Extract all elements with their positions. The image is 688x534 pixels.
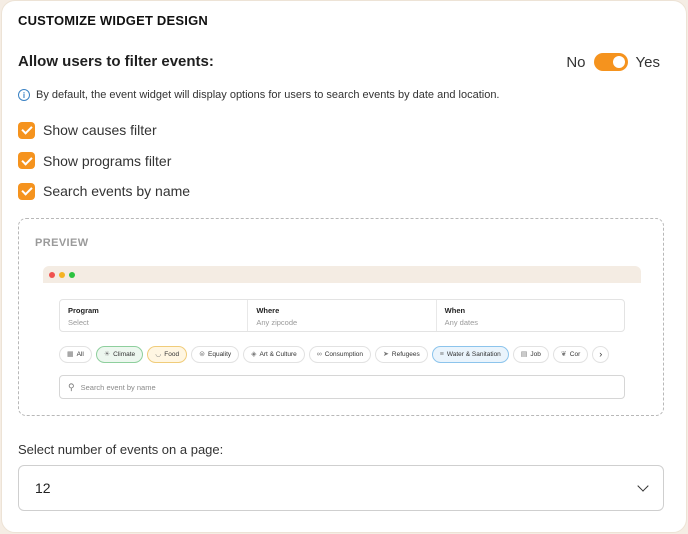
grid-icon: ▦ bbox=[67, 351, 74, 358]
window-title-bar bbox=[43, 266, 641, 283]
field-label: Where bbox=[256, 306, 280, 315]
checkbox-row-programs[interactable]: Show programs filter bbox=[18, 152, 190, 170]
sun-icon: ☀ bbox=[103, 351, 111, 358]
minimize-dot-icon bbox=[59, 271, 65, 278]
water-icon: ≡ bbox=[439, 350, 444, 358]
chip-consumption[interactable]: ∞ Consumption bbox=[308, 345, 372, 363]
plane-icon: ➤ bbox=[383, 351, 389, 358]
widget-design-card: CUSTOMIZE WIDGET DESIGN Allow users to f… bbox=[1, 0, 687, 533]
field-label: When bbox=[444, 306, 466, 315]
preview-title: PREVIEW bbox=[35, 237, 89, 249]
chip-label: Equality bbox=[208, 350, 232, 358]
chip-food[interactable]: ◡ Food bbox=[147, 345, 188, 363]
chevron-down-icon bbox=[637, 480, 649, 492]
filter-events-toggle[interactable] bbox=[593, 53, 628, 71]
chip-all[interactable]: ▦ All bbox=[59, 345, 92, 363]
preview-search-fields: Program Select Where Any zipcode When An… bbox=[59, 299, 625, 332]
when-field[interactable]: When Any dates bbox=[437, 300, 624, 331]
info-icon: i bbox=[18, 89, 30, 101]
search-by-name-checkbox[interactable] bbox=[18, 182, 35, 200]
chip-label: Food bbox=[164, 350, 180, 358]
section-title: CUSTOMIZE WIDGET DESIGN bbox=[18, 13, 208, 28]
bowl-icon: ◡ bbox=[155, 351, 162, 358]
field-placeholder: Any zipcode bbox=[256, 318, 298, 327]
preview-window: Program Select Where Any zipcode When An… bbox=[43, 266, 641, 415]
chip-art-culture[interactable]: ◈ Art & Culture bbox=[243, 345, 305, 363]
chip-cor[interactable]: ❦ Cor bbox=[552, 345, 589, 363]
maximize-dot-icon bbox=[69, 271, 75, 278]
preview-panel: PREVIEW Program Select Where Any zipcode… bbox=[18, 218, 664, 416]
cause-chips: ▦ All ☀ Climate ◡ Food ⊜ Equality ◈ Art & Cul… bbox=[59, 345, 625, 363]
chip-equality[interactable]: ⊜ Equality bbox=[191, 345, 240, 363]
checkbox-row-search-name[interactable]: Search events by name bbox=[18, 182, 190, 200]
events-per-page-select[interactable]: 12 bbox=[18, 465, 664, 511]
field-placeholder: Select bbox=[68, 318, 89, 327]
filter-options: Show causes filter Show programs filter … bbox=[18, 121, 190, 213]
field-label: Program bbox=[68, 306, 99, 315]
field-placeholder: Any dates bbox=[444, 318, 479, 327]
checkbox-label: Show programs filter bbox=[43, 152, 172, 169]
palette-icon: ◈ bbox=[251, 351, 257, 358]
info-text: By default, the event widget will displa… bbox=[36, 89, 500, 101]
chip-refugees[interactable]: ➤ Refugees bbox=[375, 345, 428, 363]
events-per-page-label: Select number of events on a page: bbox=[18, 442, 224, 457]
programs-filter-checkbox[interactable] bbox=[18, 152, 35, 169]
chip-label: All bbox=[76, 350, 84, 358]
toggle-on-label: Yes bbox=[635, 53, 660, 71]
chip-water-sanitation[interactable]: ≡ Water & Sanitation bbox=[431, 345, 509, 363]
chip-label: Art & Culture bbox=[259, 350, 297, 358]
close-dot-icon bbox=[49, 271, 55, 278]
toggle-off-label: No bbox=[566, 53, 586, 71]
chip-label: Refugees bbox=[391, 350, 420, 358]
filter-events-label: Allow users to filter events: bbox=[18, 53, 214, 70]
chip-climate[interactable]: ☀ Climate bbox=[95, 345, 144, 363]
checkbox-label: Search events by name bbox=[43, 183, 191, 199]
chip-label: Water & Sanitation bbox=[446, 350, 501, 358]
search-placeholder: Search event by name bbox=[80, 382, 156, 392]
infinity-icon: ∞ bbox=[316, 350, 322, 358]
chevron-right-icon[interactable]: › bbox=[592, 345, 610, 363]
chip-label: Consumption bbox=[324, 350, 364, 358]
search-icon: ⚲ bbox=[68, 381, 75, 392]
checkbox-label: Show causes filter bbox=[43, 122, 157, 138]
program-field[interactable]: Program Select bbox=[60, 300, 249, 331]
event-name-search[interactable]: ⚲ Search event by name bbox=[59, 375, 625, 399]
select-value: 12 bbox=[35, 480, 51, 496]
toggle-knob bbox=[612, 56, 625, 68]
chip-label: Cor bbox=[569, 350, 581, 358]
info-note: i By default, the event widget will disp… bbox=[18, 89, 500, 101]
filter-events-toggle-group: No Yes bbox=[566, 53, 660, 71]
briefcase-icon: ▤ bbox=[520, 351, 528, 358]
causes-filter-checkbox[interactable] bbox=[18, 121, 35, 139]
equality-icon: ⊜ bbox=[199, 351, 205, 358]
leaf-icon: ❦ bbox=[560, 351, 567, 358]
where-field[interactable]: Where Any zipcode bbox=[248, 300, 437, 331]
chip-job[interactable]: ▤ Job bbox=[512, 345, 549, 363]
chip-label: Climate bbox=[113, 350, 136, 358]
chip-label: Job bbox=[530, 350, 541, 358]
checkbox-row-causes[interactable]: Show causes filter bbox=[18, 121, 190, 139]
